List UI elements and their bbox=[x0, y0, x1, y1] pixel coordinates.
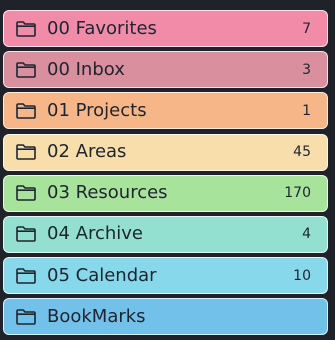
folder-label: 02 Areas bbox=[47, 141, 127, 163]
folder-label: 05 Calendar bbox=[47, 264, 157, 286]
folder-icon bbox=[16, 144, 36, 160]
folder-item-areas[interactable]: 02 Areas 45 bbox=[3, 133, 328, 171]
folder-count: 7 bbox=[302, 20, 311, 37]
folder-label: 01 Projects bbox=[47, 99, 147, 121]
folder-list: 00 Favorites 7 00 Inbox 3 01 Projects 1 … bbox=[3, 10, 328, 340]
folder-count: 4 bbox=[302, 226, 311, 243]
folder-count: 3 bbox=[302, 61, 311, 78]
folder-item-projects[interactable]: 01 Projects 1 bbox=[3, 92, 328, 130]
folder-count: 170 bbox=[284, 185, 311, 202]
folder-icon bbox=[16, 20, 36, 37]
folder-item-bookmarks[interactable]: BookMarks bbox=[3, 298, 328, 336]
folder-count: 1 bbox=[302, 102, 311, 119]
folder-item-archive[interactable]: 04 Archive 4 bbox=[3, 215, 328, 253]
folder-item-resources[interactable]: 03 Resources 170 bbox=[3, 174, 328, 212]
folder-count: 45 bbox=[293, 144, 311, 161]
folder-icon bbox=[16, 267, 36, 284]
folder-label: BookMarks bbox=[47, 305, 146, 327]
folder-label: 03 Resources bbox=[47, 182, 168, 204]
folder-label: 00 Inbox bbox=[47, 58, 125, 80]
folder-label: 00 Favorites bbox=[47, 17, 157, 39]
folder-label: 04 Archive bbox=[47, 223, 143, 245]
folder-icon bbox=[16, 61, 36, 78]
folder-item-favorites[interactable]: 00 Favorites 7 bbox=[3, 10, 328, 47]
folder-icon bbox=[16, 309, 36, 325]
folder-item-inbox[interactable]: 00 Inbox 3 bbox=[3, 51, 328, 89]
folder-item-calendar[interactable]: 05 Calendar 10 bbox=[3, 257, 328, 295]
folder-count: 10 bbox=[293, 267, 311, 284]
folder-icon bbox=[16, 226, 36, 243]
folder-icon bbox=[16, 103, 36, 119]
folder-icon bbox=[16, 185, 36, 202]
